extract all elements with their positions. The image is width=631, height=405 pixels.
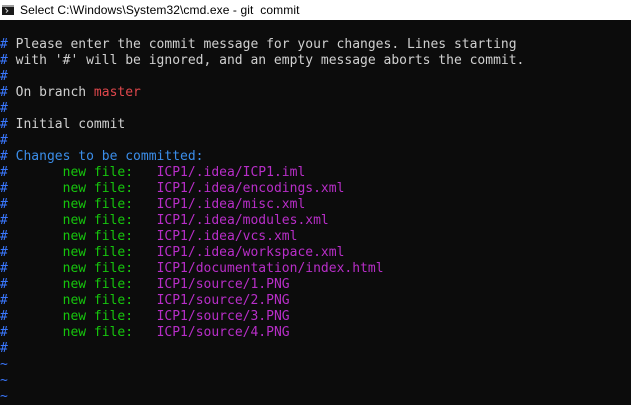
file-path: ICP1/.idea/vcs.xml [156, 229, 298, 244]
file-path: ICP1/.idea/encodings.xml [156, 181, 345, 196]
empty-buffer-line: ~ [0, 373, 8, 389]
staged-file-line: # new file: ICP1/source/4.PNG [0, 325, 290, 341]
header-text: with '#' will be ignored, and an empty m… [7, 53, 525, 68]
empty-buffer-line: ~ [0, 389, 8, 405]
comment-marker: # [0, 181, 8, 196]
header-line-2: # with '#' will be ignored, and an empty… [0, 53, 524, 69]
staged-file-line: # new file: ICP1/.idea/ICP1.iml [0, 165, 305, 181]
console-area[interactable]: # Please enter the commit message for yo… [0, 37, 631, 405]
staged-file-line: # new file: ICP1/.idea/workspace.xml [0, 245, 344, 261]
comment-marker: # [0, 117, 8, 132]
new-file-label: new file: [62, 309, 134, 324]
file-path: ICP1/source/3.PNG [156, 309, 290, 324]
comment-marker: # [0, 53, 8, 68]
comment-marker: # [0, 277, 8, 292]
comment-marker: # [0, 165, 8, 180]
new-file-label: new file: [62, 229, 134, 244]
comment-marker: # [0, 101, 8, 116]
new-file-label: new file: [62, 213, 134, 228]
comment-marker: # [0, 245, 8, 260]
tilde-marker: ~ [0, 373, 8, 388]
new-file-label: new file: [62, 293, 134, 308]
staged-file-line: # new file: ICP1/documentation/index.htm… [0, 261, 384, 277]
file-path: ICP1/.idea/modules.xml [156, 213, 329, 228]
comment-marker: # [0, 293, 8, 308]
cmd-prompt-icon [2, 5, 14, 15]
blank-comment-line: # [0, 341, 8, 357]
branch-line: # On branch master [0, 85, 141, 101]
staged-file-line: # new file: ICP1/source/3.PNG [0, 309, 290, 325]
file-path: ICP1/source/4.PNG [156, 325, 290, 340]
comment-marker: # [0, 229, 8, 244]
staged-file-line: # new file: ICP1/.idea/misc.xml [0, 197, 305, 213]
new-file-label: new file: [62, 165, 134, 180]
new-file-label: new file: [62, 325, 134, 340]
comment-marker: # [0, 261, 8, 276]
empty-buffer-line: ~ [0, 357, 8, 373]
comment-marker: # [0, 325, 8, 340]
staged-file-line: # new file: ICP1/source/1.PNG [0, 277, 290, 293]
branch-prefix: On branch [7, 85, 94, 100]
comment-marker: # [0, 213, 8, 228]
branch-name: master [93, 85, 141, 100]
tilde-marker: ~ [0, 357, 8, 372]
new-file-label: new file: [62, 277, 134, 292]
comment-marker: # [0, 69, 8, 84]
staged-file-line: # new file: ICP1/.idea/modules.xml [0, 213, 329, 229]
new-file-label: new file: [62, 261, 134, 276]
header-line-1: # Please enter the commit message for yo… [0, 37, 517, 53]
file-path: ICP1/.idea/ICP1.iml [156, 165, 306, 180]
comment-marker: # [0, 133, 8, 148]
blank-comment-line: # [0, 69, 8, 85]
new-file-label: new file: [62, 197, 134, 212]
comment-marker: # [0, 309, 8, 324]
file-path: ICP1/.idea/misc.xml [156, 197, 306, 212]
comment-marker: # [0, 341, 8, 356]
changes-heading-line: # Changes to be committed: [0, 149, 204, 165]
comment-marker: # [0, 37, 8, 52]
staged-file-line: # new file: ICP1/source/2.PNG [0, 293, 290, 309]
file-path: ICP1/documentation/index.html [156, 261, 384, 276]
comment-marker: # [0, 149, 8, 164]
new-file-label: new file: [62, 181, 134, 196]
staged-file-line: # new file: ICP1/.idea/vcs.xml [0, 229, 297, 245]
blank-comment-line: # [0, 101, 8, 117]
new-file-label: new file: [62, 245, 134, 260]
changes-heading: Changes to be committed: [7, 149, 204, 164]
window-title: Select C:\Windows\System32\cmd.exe - git… [20, 3, 300, 17]
header-text: Please enter the commit message for your… [7, 37, 517, 52]
initial-commit-text: Initial commit [7, 117, 126, 132]
staged-file-line: # new file: ICP1/.idea/encodings.xml [0, 181, 344, 197]
comment-marker: # [0, 197, 8, 212]
file-path: ICP1/.idea/workspace.xml [156, 245, 345, 260]
file-path: ICP1/source/1.PNG [156, 277, 290, 292]
initial-commit-line: # Initial commit [0, 117, 125, 133]
blank-comment-line: # [0, 133, 8, 149]
file-path: ICP1/source/2.PNG [156, 293, 290, 308]
comment-marker: # [0, 85, 8, 100]
window-titlebar[interactable]: Select C:\Windows\System32\cmd.exe - git… [0, 0, 631, 20]
